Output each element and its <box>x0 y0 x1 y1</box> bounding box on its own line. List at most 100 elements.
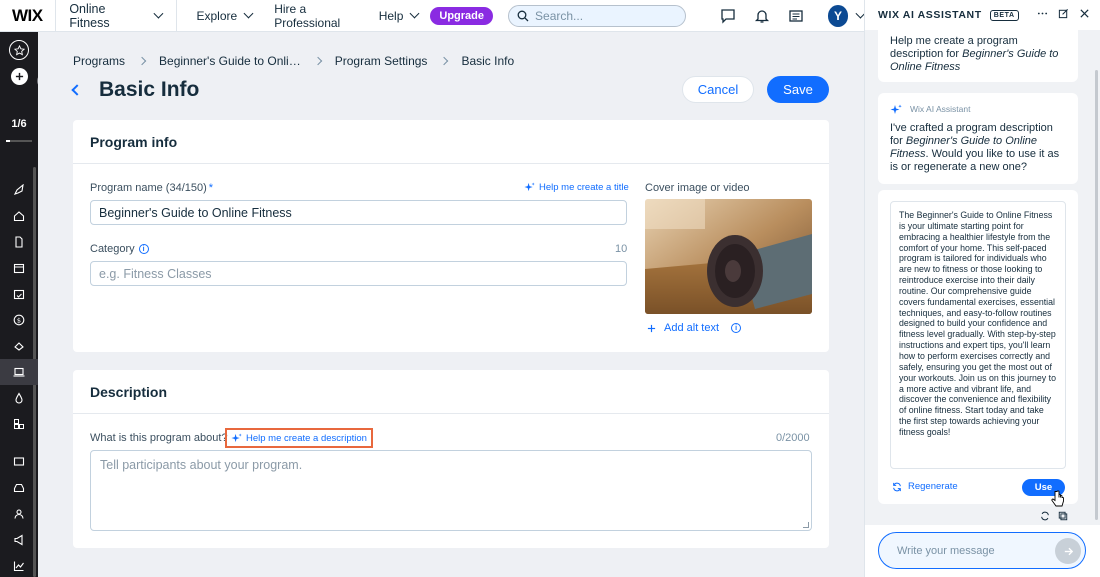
user-message: Help me create a program description for… <box>878 30 1078 82</box>
search-input[interactable]: Search... <box>508 4 686 27</box>
news-icon[interactable] <box>788 8 804 24</box>
program-name-label: Program name (34/150) * <box>90 182 214 194</box>
chevron-down-icon <box>243 8 254 19</box>
description-card: Description What is this program about? … <box>73 370 829 548</box>
rocket-icon[interactable] <box>0 177 38 203</box>
sparkle-icon <box>231 432 242 442</box>
left-sidebar: 1/6 $ <box>0 32 51 577</box>
chevron-right-icon <box>137 56 147 66</box>
upgrade-button[interactable]: Upgrade <box>430 6 494 25</box>
yoga-mat-image <box>645 199 812 314</box>
sparkle-icon <box>524 182 535 192</box>
description-header: Description <box>73 370 829 414</box>
marketing-icon[interactable] <box>0 333 38 359</box>
nav-hire-professional[interactable]: Hire a Professional <box>266 2 365 30</box>
drop-icon[interactable] <box>0 385 38 411</box>
sparkle-icon <box>890 104 902 114</box>
program-name-input[interactable]: Beginner's Guide to Online Fitness <box>90 200 627 225</box>
apps-icon[interactable] <box>0 411 38 437</box>
new-chat-icon[interactable] <box>1058 8 1069 22</box>
wix-logo[interactable]: WIX <box>0 6 55 26</box>
top-bar: WIX Online Fitness Explore Hire a Profes… <box>0 0 866 32</box>
copy-icon[interactable] <box>1058 509 1068 524</box>
required-mark: * <box>208 182 214 194</box>
category-input[interactable]: e.g. Fitness Classes <box>90 261 627 286</box>
megaphone-icon[interactable] <box>0 527 38 553</box>
category-count: 10 <box>615 243 628 255</box>
avatar[interactable]: Y <box>827 4 849 27</box>
chevron-down-icon <box>153 8 164 19</box>
svg-text:$: $ <box>17 316 21 324</box>
generated-description-text: The Beginner's Guide to Online Fitness i… <box>890 201 1066 469</box>
booking-calendar-icon[interactable] <box>0 281 38 307</box>
refresh-icon <box>893 482 901 491</box>
assistant-message: Wix AI Assistant I've crafted a program … <box>878 93 1078 184</box>
contacts-icon[interactable] <box>0 501 38 527</box>
description-question-label: What is this program about? <box>90 432 228 444</box>
document-icon[interactable] <box>0 229 38 255</box>
star-icon[interactable] <box>9 40 29 60</box>
chat-icon[interactable] <box>720 8 736 24</box>
close-icon[interactable] <box>1079 8 1090 22</box>
breadcrumb-programs[interactable]: Programs <box>73 54 125 68</box>
plus-icon[interactable] <box>11 68 28 85</box>
regenerate-button[interactable]: Regenerate <box>892 481 958 492</box>
assistant-header: WIX AI ASSISTANT BETA <box>865 0 1100 30</box>
breadcrumb-current: Basic Info <box>461 54 515 68</box>
info-icon[interactable]: i <box>731 323 742 333</box>
laptop-icon[interactable] <box>0 359 38 385</box>
chevron-right-icon <box>440 56 449 66</box>
bell-icon[interactable] <box>754 8 770 24</box>
assistant-title: WIX AI ASSISTANT <box>878 9 982 21</box>
save-button[interactable]: Save <box>767 76 829 103</box>
page-title: Basic Info <box>99 78 200 101</box>
inbox-icon[interactable] <box>0 475 38 501</box>
site-selector[interactable]: Online Fitness <box>55 0 177 31</box>
setup-progress-text[interactable]: 1/6 <box>0 118 38 130</box>
arrow-right-icon <box>1064 547 1073 555</box>
breadcrumb-program[interactable]: Beginner's Guide to Onli… <box>159 54 301 68</box>
chevron-down-icon <box>409 8 420 19</box>
site-name: Online Fitness <box>69 1 110 30</box>
message-input[interactable]: Write your message <box>878 532 1086 569</box>
nav-explore[interactable]: Explore <box>189 9 261 23</box>
help-create-title-link[interactable]: Help me create a title <box>524 182 629 193</box>
mouse-cursor-icon <box>1051 490 1064 507</box>
generated-description-card: The Beginner's Guide to Online Fitness i… <box>878 190 1078 504</box>
calendar-icon[interactable] <box>0 255 38 281</box>
setup-progress-bar <box>6 140 32 142</box>
panel-scrollbar[interactable] <box>1095 70 1098 520</box>
description-counter: 0/2000 <box>776 432 810 444</box>
description-textarea[interactable]: Tell participants about your program. <box>90 450 812 531</box>
info-icon[interactable]: i <box>138 244 149 254</box>
message-placeholder: Write your message <box>897 544 995 557</box>
cover-image[interactable] <box>645 199 812 314</box>
analytics-icon[interactable] <box>0 553 38 577</box>
search-icon <box>517 10 529 21</box>
setup-progress-fill <box>6 140 11 142</box>
resize-handle[interactable] <box>803 522 809 528</box>
help-create-description-link[interactable]: Help me create a description <box>225 428 373 448</box>
dollar-icon[interactable]: $ <box>0 307 38 333</box>
chevron-right-icon <box>313 56 322 66</box>
breadcrumb: Programs Beginner's Guide to Onli… Progr… <box>73 54 514 68</box>
more-icon[interactable] <box>1037 8 1048 22</box>
cancel-button[interactable]: Cancel <box>682 76 754 103</box>
category-label: Category i <box>90 243 149 255</box>
main-content: Programs Beginner's Guide to Onli… Progr… <box>38 32 864 577</box>
program-info-header: Program info <box>73 120 829 164</box>
home-icon[interactable] <box>0 203 38 229</box>
send-button[interactable] <box>1055 538 1081 564</box>
refresh-icon[interactable] <box>1040 509 1050 524</box>
back-arrow-icon[interactable] <box>71 84 83 96</box>
search-placeholder: Search... <box>535 8 584 23</box>
beta-badge: BETA <box>989 9 1019 21</box>
breadcrumb-program-settings[interactable]: Program Settings <box>335 54 428 68</box>
page-title-row: Basic Info <box>71 78 200 102</box>
message-actions <box>1040 509 1068 524</box>
composer-area: Write your message <box>865 525 1100 577</box>
nav-help[interactable]: Help <box>371 9 427 23</box>
add-alt-text-link[interactable]: Add alt text i <box>647 322 742 334</box>
inbox-chat-icon[interactable] <box>0 449 38 475</box>
